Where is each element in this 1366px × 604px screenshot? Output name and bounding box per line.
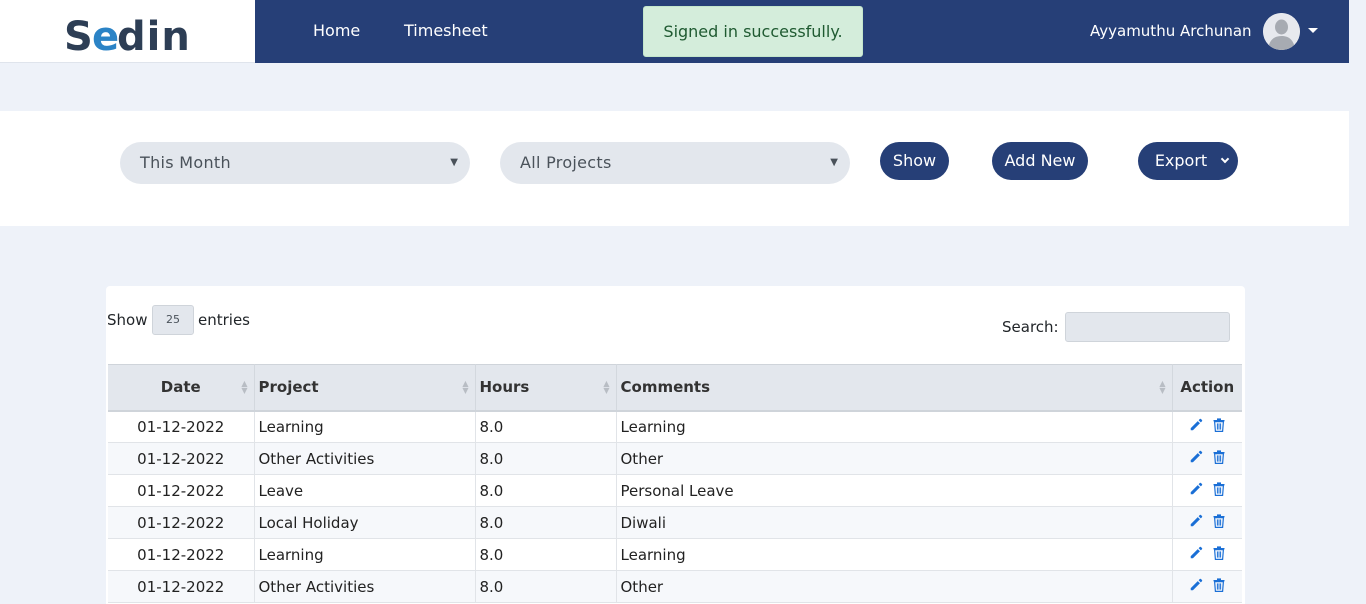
user-name: Ayyamuthu Archunan xyxy=(1090,22,1252,40)
svg-text:S: S xyxy=(64,14,94,56)
cell-project: Other Activities xyxy=(254,442,476,475)
cell-date: 01-12-2022 xyxy=(108,442,255,475)
search-label: Search: xyxy=(1002,318,1059,336)
export-button[interactable]: Export xyxy=(1138,142,1238,180)
pencil-icon[interactable] xyxy=(1189,450,1203,464)
cell-hours: 8.0 xyxy=(475,474,617,507)
cell-actions xyxy=(1172,410,1242,443)
cell-actions xyxy=(1172,474,1242,507)
cell-hours: 8.0 xyxy=(475,538,617,571)
nav-timesheet[interactable]: Timesheet xyxy=(404,21,488,41)
table-row: 01-12-2022 Other Activities 8.0 Other xyxy=(108,570,1242,603)
cell-comments: Learning xyxy=(616,538,1173,571)
cell-date: 01-12-2022 xyxy=(108,474,255,507)
success-toast: Signed in successfully. xyxy=(643,6,863,57)
svg-text:e: e xyxy=(92,14,120,56)
trash-icon[interactable] xyxy=(1213,545,1225,560)
cell-actions xyxy=(1172,570,1242,603)
cell-comments: Learning xyxy=(616,410,1173,443)
column-header-date-label: Date xyxy=(160,378,201,397)
cell-project: Learning xyxy=(254,410,476,443)
cell-actions xyxy=(1172,538,1242,571)
trash-icon[interactable] xyxy=(1213,418,1225,432)
column-header-action: Action xyxy=(1172,364,1242,412)
entries-label: entries xyxy=(198,311,250,329)
table-header-row: Date ▲ ▼ Project ▲ ▼ Hours ▲ ▼ Comments ▲ ▼ … xyxy=(108,364,1242,412)
sort-icon: ▲ ▼ xyxy=(462,379,469,395)
sort-icon: ▲ ▼ xyxy=(1159,379,1166,395)
show-button[interactable]: Show xyxy=(880,142,949,180)
table-row: 01-12-2022 Leave 8.0 Personal Leave xyxy=(108,474,1242,507)
pencil-icon[interactable] xyxy=(1189,514,1203,528)
cell-hours: 8.0 xyxy=(475,570,617,603)
nav-home[interactable]: Home xyxy=(313,21,360,41)
top-navbar: S e din Home Timesheet Signed in success… xyxy=(0,0,1349,63)
cell-actions xyxy=(1172,442,1242,475)
column-header-hours-label: Hours xyxy=(479,378,530,397)
table-row: 01-12-2022 Other Activities 8.0 Other xyxy=(108,442,1242,475)
pencil-icon[interactable] xyxy=(1189,546,1203,560)
user-menu-caret-icon[interactable] xyxy=(1308,28,1318,33)
sort-icon: ▲ ▼ xyxy=(241,379,248,395)
timesheet-table: Date ▲ ▼ Project ▲ ▼ Hours ▲ ▼ Comments ▲ ▼ … xyxy=(108,364,1242,603)
search-input[interactable] xyxy=(1065,312,1230,342)
project-select-value: All Projects xyxy=(520,153,612,172)
cell-project: Leave xyxy=(254,474,476,507)
add-new-button[interactable]: Add New xyxy=(992,142,1088,180)
table-row: 01-12-2022 Learning 8.0 Learning xyxy=(108,410,1242,443)
period-select-value: This Month xyxy=(140,153,231,172)
column-header-action-label: Action xyxy=(1180,378,1235,397)
sedin-logo[interactable]: S e din xyxy=(64,14,190,65)
user-avatar-icon[interactable] xyxy=(1263,13,1300,50)
cell-actions xyxy=(1172,506,1242,539)
cell-project: Learning xyxy=(254,538,476,571)
pencil-icon[interactable] xyxy=(1189,482,1203,496)
table-row: 01-12-2022 Learning 8.0 Learning xyxy=(108,538,1242,571)
project-select[interactable]: All Projects ▼ xyxy=(500,142,850,184)
column-header-comments-label: Comments xyxy=(620,378,711,397)
sedin-logo-mark: S e din xyxy=(64,14,190,60)
cell-date: 01-12-2022 xyxy=(108,570,255,603)
timesheet-table-card: Show 25 entries Search: Date ▲ ▼ Project … xyxy=(106,286,1245,604)
period-select[interactable]: This Month ▼ xyxy=(120,142,470,184)
column-header-hours[interactable]: Hours ▲ ▼ xyxy=(475,364,617,412)
column-header-project[interactable]: Project ▲ ▼ xyxy=(254,364,476,412)
cell-comments: Other xyxy=(616,442,1173,475)
pencil-icon[interactable] xyxy=(1189,418,1203,432)
column-header-date[interactable]: Date ▲ ▼ xyxy=(108,364,255,412)
export-button-label: Export xyxy=(1154,151,1208,170)
sort-icon: ▲ ▼ xyxy=(603,379,610,395)
project-dropdown-arrow-icon: ▼ xyxy=(830,157,838,168)
cell-date: 01-12-2022 xyxy=(108,538,255,571)
period-dropdown-arrow-icon: ▼ xyxy=(450,157,458,168)
filter-bar: This Month ▼ All Projects ▼ Show Add New… xyxy=(0,111,1349,226)
trash-icon[interactable] xyxy=(1213,449,1225,464)
trash-icon[interactable] xyxy=(1213,513,1225,528)
trash-icon[interactable] xyxy=(1213,481,1225,496)
cell-project: Other Activities xyxy=(254,570,476,603)
cell-comments: Personal Leave xyxy=(616,474,1173,507)
show-entries-label: Show xyxy=(107,311,148,329)
column-header-project-label: Project xyxy=(258,378,319,397)
entries-select[interactable]: 25 xyxy=(152,305,194,335)
svg-text:din: din xyxy=(117,14,188,56)
cell-hours: 8.0 xyxy=(475,410,617,443)
table-row: 01-12-2022 Local Holiday 8.0 Diwali xyxy=(108,506,1242,539)
cell-comments: Other xyxy=(616,570,1173,603)
column-header-comments[interactable]: Comments ▲ ▼ xyxy=(616,364,1173,412)
trash-icon[interactable] xyxy=(1213,577,1225,592)
logo-container[interactable]: S e din xyxy=(0,0,255,63)
export-chevron-down-icon xyxy=(1220,154,1230,164)
cell-date: 01-12-2022 xyxy=(108,506,255,539)
cell-date: 01-12-2022 xyxy=(108,410,255,443)
cell-hours: 8.0 xyxy=(475,506,617,539)
cell-project: Local Holiday xyxy=(254,506,476,539)
pencil-icon[interactable] xyxy=(1189,578,1203,592)
cell-comments: Diwali xyxy=(616,506,1173,539)
cell-hours: 8.0 xyxy=(475,442,617,475)
